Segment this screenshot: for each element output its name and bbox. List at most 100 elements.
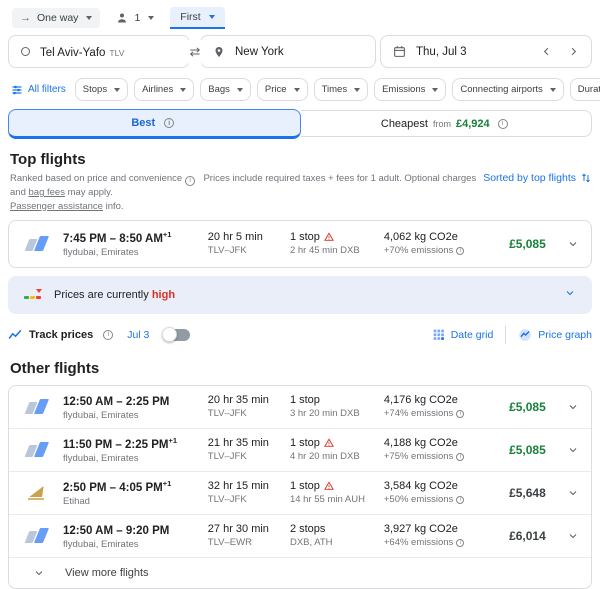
filter-chip-connecting-airports[interactable]: Connecting airports	[452, 78, 563, 101]
flight-row[interactable]: 12:50 AM – 9:20 PM flydubai, Emirates 27…	[9, 515, 591, 558]
emissions-delta: +74% emissions	[384, 408, 453, 419]
destination-input[interactable]: New York	[200, 35, 376, 68]
toggle-knob	[162, 327, 177, 342]
chevron-down-icon	[567, 401, 579, 413]
expand-button[interactable]	[556, 530, 591, 542]
filter-chip-airlines[interactable]: Airlines	[134, 78, 194, 101]
top-flights-subrow: Ranked based on price and convenience Pr…	[10, 172, 592, 214]
search-fields: Tel Aviv-YafoTLV ⇄ New York Thu, Jul 3	[8, 35, 592, 69]
view-more-flights-button[interactable]: View more flights	[9, 558, 591, 588]
price-graph-icon	[518, 328, 532, 342]
flight-airlines: flydubai, Emirates	[63, 539, 208, 550]
price: £5,085	[509, 400, 556, 414]
origin-input[interactable]: Tel Aviv-YafoTLV	[8, 35, 190, 68]
layover: 14 hr 55 min AUH	[290, 494, 384, 505]
track-date-chip[interactable]: Jul 3	[127, 329, 149, 341]
price-graph-button[interactable]: Price graph	[518, 328, 592, 342]
calendar-icon	[393, 45, 406, 58]
price: £5,085	[509, 237, 556, 251]
banner-expand-button[interactable]	[564, 286, 576, 304]
tab-cheapest-label: Cheapest	[381, 118, 428, 130]
layover: 4 hr 20 min DXB	[290, 451, 384, 462]
info-icon	[185, 176, 195, 186]
flight-airlines: Etihad	[63, 496, 208, 507]
emissions-cell: 3,584 kg CO2e +50% emissions	[384, 480, 509, 505]
tab-cheapest[interactable]: Cheapest from £4,924	[301, 110, 593, 137]
expand-button[interactable]	[556, 238, 591, 250]
track-prices-toggle[interactable]	[164, 329, 190, 341]
bag-fees-link[interactable]: bag fees	[29, 187, 65, 198]
warning-icon	[324, 232, 334, 242]
flight-row[interactable]: 11:50 PM – 2:25 PM+1 flydubai, Emirates …	[9, 429, 591, 472]
price: £5,648	[509, 486, 556, 500]
emissions-delta: +64% emissions	[384, 537, 453, 548]
passenger-assistance-link[interactable]: Passenger assistance	[10, 201, 103, 212]
chevron-down-icon	[567, 487, 579, 499]
chip-label: Bags	[208, 84, 230, 95]
filter-chip-emissions[interactable]: Emissions	[374, 78, 446, 101]
chevron-right-icon[interactable]	[568, 46, 579, 57]
filter-chip-duration[interactable]: Duration	[570, 78, 600, 101]
flight-row[interactable]: 12:50 AM – 2:25 PM flydubai, Emirates 20…	[9, 386, 591, 429]
chevron-left-icon[interactable]	[541, 46, 552, 57]
date-grid-button[interactable]: Date grid	[432, 328, 494, 341]
stops-cell: 2 stops DXB, ATH	[290, 523, 384, 548]
expand-button[interactable]	[556, 401, 591, 413]
swap-icon[interactable]: ⇄	[181, 39, 209, 65]
flight-times: 12:50 AM – 2:25 PM	[63, 396, 169, 408]
co2-amount: 4,188 kg CO2e	[384, 437, 509, 449]
flight-times-cell: 7:45 PM – 8:50 AM+1 flydubai, Emirates	[63, 230, 208, 258]
chip-label: Stops	[83, 84, 107, 95]
view-more-label: View more flights	[65, 567, 149, 579]
info-icon	[103, 330, 113, 340]
price-value: £5,648	[509, 486, 546, 500]
stops-cell: 1 stop 3 hr 20 min DXB	[290, 394, 384, 419]
flight-times-cell: 12:50 AM – 9:20 PM flydubai, Emirates	[63, 522, 208, 550]
all-filters-button[interactable]: All filters	[8, 84, 69, 96]
info-icon	[456, 247, 464, 255]
filter-chip-stops[interactable]: Stops	[75, 78, 128, 101]
cabin-class-select[interactable]: First	[170, 7, 224, 29]
flight-airlines: flydubai, Emirates	[63, 453, 208, 464]
price-value: £6,014	[509, 529, 546, 543]
flight-times-cell: 12:50 AM – 2:25 PM flydubai, Emirates	[63, 393, 208, 421]
layover: 3 hr 20 min DXB	[290, 408, 384, 419]
filter-chip-price[interactable]: Price	[257, 78, 308, 101]
flight-airlines: flydubai, Emirates	[63, 410, 208, 421]
filter-chip-times[interactable]: Times	[314, 78, 369, 101]
date-value: Thu, Jul 3	[416, 46, 467, 58]
tab-best[interactable]: Best	[8, 109, 301, 139]
filter-chip-bags[interactable]: Bags	[200, 78, 251, 101]
chevron-down-icon	[33, 567, 45, 579]
stops: 1 stop	[290, 480, 320, 492]
expand-button[interactable]	[556, 444, 591, 456]
flight-row[interactable]: 7:45 PM – 8:50 AM+1 flydubai, Emirates 2…	[9, 221, 591, 267]
caret-down-icon	[180, 88, 186, 92]
info-icon	[164, 118, 174, 128]
caret-down-icon	[550, 88, 556, 92]
trip-type-select[interactable]: → One way	[12, 8, 100, 28]
flight-times-cell: 11:50 PM – 2:25 PM+1 flydubai, Emirates	[63, 436, 208, 464]
flight-times-cell: 2:50 PM – 4:05 PM+1 Etihad	[63, 479, 208, 507]
price-value: £5,085	[509, 443, 546, 457]
passengers-select[interactable]: 1	[116, 12, 154, 24]
flight-row[interactable]: 2:50 PM – 4:05 PM+1 Etihad 32 hr 15 min …	[9, 472, 591, 515]
cabin-class-label: First	[180, 11, 200, 23]
duration: 32 hr 15 min	[208, 480, 290, 492]
date-input[interactable]: Thu, Jul 3	[380, 35, 592, 68]
info-icon	[456, 496, 464, 504]
all-filters-label: All filters	[28, 84, 66, 95]
tune-icon	[11, 84, 23, 96]
filters-row: All filters Stops Airlines Bags Price Ti…	[8, 78, 592, 101]
caret-down-icon	[354, 88, 360, 92]
flights-results-page: → One way 1 First Tel Aviv-YafoTLV ⇄ New…	[0, 6, 600, 589]
from-label: from	[433, 119, 451, 129]
price-insights-banner[interactable]: Prices are currently high	[8, 276, 592, 314]
route: TLV–JFK	[208, 245, 290, 256]
sorted-by-button[interactable]: Sorted by top flights	[483, 172, 592, 214]
expand-button[interactable]	[556, 487, 591, 499]
stops: 2 stops	[290, 523, 325, 535]
cheapest-price: £4,924	[456, 118, 490, 130]
duration: 20 hr 5 min	[208, 231, 290, 243]
chevron-down-icon	[564, 287, 576, 299]
